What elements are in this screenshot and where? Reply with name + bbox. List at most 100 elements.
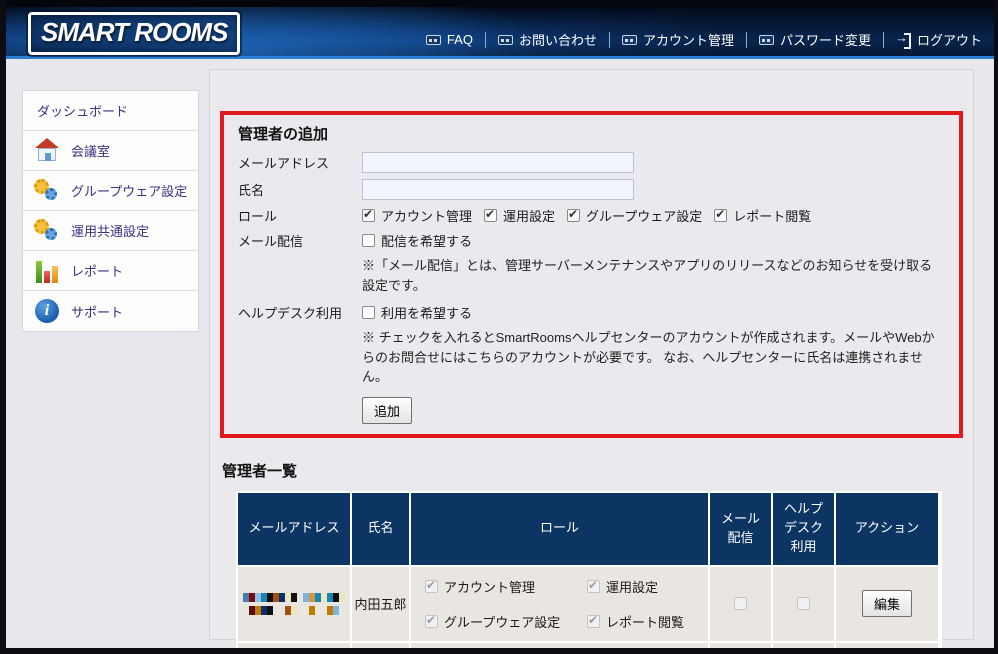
- cell-email-redacted: [238, 642, 350, 648]
- helpdesk-note: ※ チェックを入れるとSmartRoomsヘルプセンターのアカウントが作成されま…: [362, 330, 935, 384]
- mail-delivery-note: ※「メール配信」とは、管理サーバーメンテナンスやアプリのリリースなどのお知らせを…: [362, 258, 933, 293]
- sidebar-item-meeting-room[interactable]: 会議室: [23, 131, 198, 171]
- sidebar-item-label: ダッシュボード: [37, 104, 129, 119]
- cell-name: 内田五郎: [352, 566, 409, 641]
- nav-separator: [608, 31, 610, 48]
- col-header-actions: アクション: [836, 492, 938, 565]
- add-admin-highlight-box: 管理者の追加 メールアドレス 氏名 ロール アカウント管理: [220, 111, 963, 438]
- gears-icon: [33, 177, 63, 205]
- name-field[interactable]: [362, 179, 634, 200]
- checkbox-label: レポート閲覧: [733, 209, 812, 224]
- checkbox-label: 運用設定: [503, 209, 556, 224]
- checkbox-label: アカウント管理: [444, 579, 536, 595]
- checkbox[interactable]: [567, 207, 581, 222]
- cell-name: 内田四郎: [352, 642, 409, 648]
- role-row: ロール アカウント管理 運用設定 グループウェア設定: [238, 206, 945, 225]
- helpdesk-label: ヘルプデスク利用: [238, 306, 343, 321]
- nav-separator: [484, 31, 486, 48]
- checkbox[interactable]: [484, 207, 498, 222]
- checkbox-label: アカウント管理: [381, 209, 473, 224]
- col-header-email: メールアドレス: [238, 492, 350, 565]
- name-row: 氏名: [238, 179, 945, 200]
- email-label: メールアドレス: [238, 156, 330, 171]
- badge-icon: [497, 34, 513, 45]
- sidebar-item-report[interactable]: レポート: [23, 251, 198, 291]
- nav-account-label: アカウント管理: [642, 33, 734, 48]
- col-header-mail-delivery: メール 配信: [710, 492, 771, 565]
- admin-table: メールアドレス 氏名 ロール メール 配信 ヘルプ デスク 利用 アクション 内…: [236, 490, 942, 648]
- nav-contact-label: お問い合わせ: [518, 33, 597, 48]
- header-nav: FAQ お問い合わせ アカウント管理 パスワード変更 → ログアウト: [425, 30, 982, 49]
- edit-button[interactable]: 編集: [861, 590, 912, 617]
- checkbox-disabled: [797, 597, 810, 610]
- cell-helpdesk: [773, 566, 834, 641]
- nav-contact[interactable]: お問い合わせ: [497, 30, 597, 49]
- add-admin-title: 管理者の追加: [238, 126, 329, 143]
- mail-delivery-row: メール配信 配信を希望する: [238, 231, 945, 250]
- role-operation[interactable]: 運用設定: [484, 206, 555, 225]
- logout-icon: [895, 30, 911, 49]
- email-row: メールアドレス: [238, 152, 945, 173]
- nav-logout-label: ログアウト: [916, 33, 982, 48]
- page: SMART ROOMS FAQ お問い合わせ アカウント管理 パスワード変更 →…: [6, 0, 994, 648]
- cell-email-redacted: [238, 566, 350, 641]
- helpdesk-row: ヘルプデスク利用 利用を希望する: [238, 303, 945, 322]
- name-label: 氏名: [238, 183, 265, 198]
- checkbox-disabled: [587, 578, 600, 593]
- role-report-view[interactable]: レポート閲覧: [714, 206, 811, 225]
- sidebar-item-support[interactable]: i サポート: [23, 291, 198, 331]
- app-window: SMART ROOMS FAQ お問い合わせ アカウント管理 パスワード変更 →…: [0, 0, 998, 654]
- app-header: SMART ROOMS FAQ お問い合わせ アカウント管理 パスワード変更 →…: [6, 7, 994, 59]
- checkbox-disabled: [587, 613, 600, 628]
- nav-faq-label: FAQ: [446, 32, 473, 47]
- role-label: ロール: [238, 209, 278, 224]
- email-field[interactable]: [362, 152, 634, 173]
- checkbox-label: グループウェア設定: [586, 209, 703, 224]
- cell-helpdesk: [773, 642, 834, 648]
- checkbox[interactable]: [714, 207, 728, 222]
- bar-chart-icon: [33, 257, 63, 285]
- sidebar-item-label: サポート: [71, 304, 124, 320]
- main-panel: 管理者の追加 メールアドレス 氏名 ロール アカウント管理: [209, 69, 974, 648]
- nav-password-change[interactable]: パスワード変更: [758, 30, 871, 49]
- nav-separator: [882, 31, 884, 48]
- cell-roles: アカウント管理 運用設定 グループウェア設定 レポート閲覧: [411, 642, 708, 648]
- role-grid: アカウント管理 運用設定 グループウェア設定 レポート閲覧: [425, 577, 684, 631]
- badge-icon: [621, 34, 637, 45]
- col-header-name: 氏名: [352, 492, 409, 565]
- nav-faq[interactable]: FAQ: [425, 32, 473, 47]
- checkbox-disabled: [734, 597, 747, 610]
- col-header-helpdesk: ヘルプ デスク 利用: [773, 492, 834, 565]
- checkbox[interactable]: [362, 306, 375, 319]
- mail-delivery-option[interactable]: 配信を希望する: [362, 231, 472, 250]
- sidebar-item-dashboard[interactable]: ダッシュボード: [23, 91, 198, 131]
- role-account-mgmt[interactable]: アカウント管理: [362, 206, 472, 225]
- nav-separator: [745, 31, 747, 48]
- add-button[interactable]: 追加: [362, 396, 413, 424]
- sidebar-item-label: 運用共通設定: [71, 224, 150, 239]
- admin-list-title: 管理者一覧: [222, 462, 298, 480]
- role-groupware[interactable]: グループウェア設定: [567, 206, 702, 225]
- gears-icon: [33, 217, 63, 245]
- cell-mail-delivery: [710, 566, 771, 641]
- sidebar-item-label: 会議室: [71, 144, 111, 159]
- smartrooms-logo[interactable]: SMART ROOMS: [28, 12, 241, 55]
- nav-logout[interactable]: ログアウト: [895, 30, 982, 49]
- cell-actions: 編集: [836, 566, 938, 641]
- sidebar-item-groupware-settings[interactable]: グループウェア設定: [23, 171, 198, 211]
- redacted-email: [243, 591, 345, 617]
- checkbox-label: 利用を希望する: [381, 306, 473, 321]
- sidebar-item-operation-settings[interactable]: 運用共通設定: [23, 211, 198, 251]
- checkbox-label: グループウェア設定: [444, 614, 561, 630]
- helpdesk-option[interactable]: 利用を希望する: [362, 303, 472, 322]
- col-header-role: ロール: [411, 492, 708, 565]
- checkbox[interactable]: [362, 207, 375, 222]
- checkbox-label: 配信を希望する: [381, 234, 473, 249]
- badge-icon: [425, 34, 441, 45]
- badge-icon: [758, 34, 774, 45]
- cell-roles: アカウント管理 運用設定 グループウェア設定 レポート閲覧: [411, 566, 708, 641]
- sidebar: ダッシュボード 会議室 グループウェア設定 運用共通設定 レポート i サポート: [22, 90, 199, 332]
- checkbox[interactable]: [362, 234, 375, 247]
- nav-account-management[interactable]: アカウント管理: [621, 30, 734, 49]
- role-checkbox-group: アカウント管理 運用設定 グループウェア設定 レポート閲覧: [362, 206, 815, 225]
